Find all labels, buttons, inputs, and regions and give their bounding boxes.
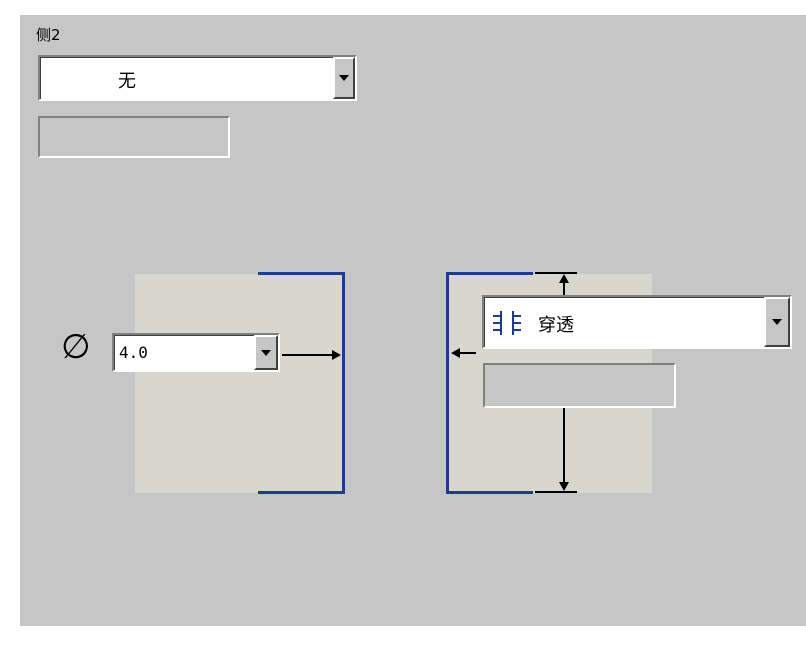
depth-line-top — [563, 282, 565, 296]
dialog-panel: 侧2 无 ∅ 4.0 穿透 — [20, 15, 806, 626]
chevron-down-icon — [261, 349, 271, 356]
depth-dropdown-button[interactable] — [764, 297, 790, 347]
through-all-icon — [493, 311, 521, 335]
chevron-down-icon — [772, 319, 782, 325]
side2-label: 侧2 — [36, 26, 61, 44]
depth-value-field[interactable] — [483, 363, 676, 408]
hole-right-edge — [342, 272, 345, 494]
hole-top-edge — [258, 272, 345, 275]
diameter-symbol: ∅ — [61, 327, 91, 367]
depth-left-edge — [446, 272, 449, 494]
depth-dropdown-value: 穿透 — [538, 315, 574, 336]
diameter-value: 4.0 — [119, 343, 148, 362]
depth-bottom-extension — [535, 491, 577, 493]
side2-dropdown[interactable]: 无 — [38, 55, 357, 101]
arrow-right-icon — [332, 350, 341, 360]
depth-line-bottom — [563, 407, 565, 483]
diameter-dimension-line — [282, 354, 334, 356]
hole-bottom-edge — [258, 491, 345, 494]
diameter-dropdown[interactable]: 4.0 — [112, 333, 280, 372]
side2-dropdown-button[interactable] — [333, 57, 355, 99]
depth-top-edge — [446, 272, 533, 275]
side2-value-field[interactable] — [38, 116, 230, 158]
depth-bottom-edge — [446, 491, 533, 494]
chevron-down-icon — [339, 75, 349, 81]
preview-left-area — [135, 274, 343, 493]
side2-dropdown-value: 无 — [118, 71, 136, 92]
depth-dropdown[interactable]: 穿透 — [482, 295, 792, 349]
depth-arrow-stub — [458, 352, 476, 354]
depth-top-extension — [535, 272, 577, 274]
diameter-dropdown-button[interactable] — [254, 335, 278, 370]
arrow-down-icon — [559, 482, 569, 491]
